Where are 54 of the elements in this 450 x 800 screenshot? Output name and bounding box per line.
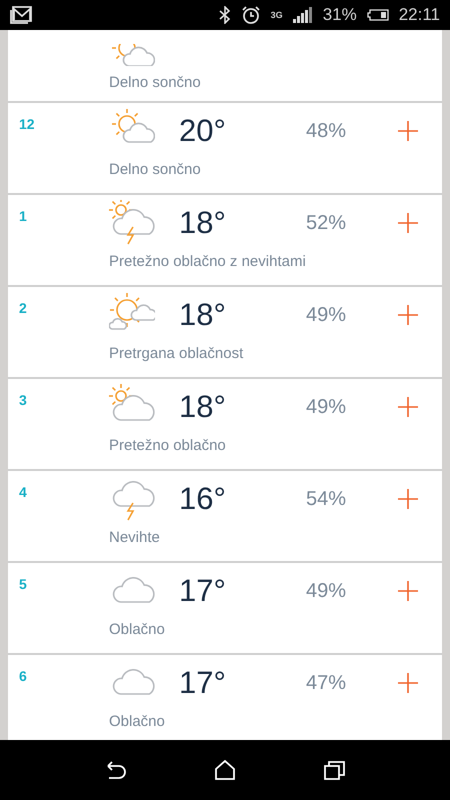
hourly-row[interactable]: 5 17° 49% Oblačno xyxy=(8,563,442,655)
home-icon[interactable] xyxy=(214,760,235,780)
hour-label: 6 xyxy=(19,668,28,684)
humidity: 49% xyxy=(306,396,348,418)
condition-text: Pretrgana oblačnost xyxy=(109,345,244,362)
hour-label: 3 xyxy=(19,392,28,408)
add-icon[interactable] xyxy=(398,673,418,693)
temperature: 16° xyxy=(179,481,227,517)
hour-label: 5 xyxy=(19,576,28,592)
humidity: 54% xyxy=(306,488,348,510)
condition-text: Delno sončno xyxy=(109,161,202,178)
battery-icon xyxy=(366,9,389,21)
temperature: 18° xyxy=(179,297,227,333)
weather-icon xyxy=(109,44,155,66)
weather-icon xyxy=(109,200,155,246)
humidity: 47% xyxy=(306,672,348,694)
humidity: 52% xyxy=(306,212,348,234)
hourly-row[interactable]: 4 16° 54% Nevihte xyxy=(8,471,442,563)
temperature: 18° xyxy=(179,389,227,425)
hour-label: 12 xyxy=(19,116,36,132)
bluetooth-icon xyxy=(218,6,231,24)
humidity: 49% xyxy=(306,304,348,326)
humidity: 49% xyxy=(306,580,348,602)
temperature: 17° xyxy=(179,573,227,609)
recent-apps-icon[interactable] xyxy=(324,760,346,780)
add-icon[interactable] xyxy=(398,213,418,233)
condition-text: Oblačno xyxy=(109,713,166,730)
battery-percent: 31% xyxy=(322,5,357,25)
hour-label: 2 xyxy=(19,300,28,316)
temperature: 20° xyxy=(179,113,227,149)
hourly-row[interactable]: 1 18° 52% Pretežno oblačno z nevihtami xyxy=(8,195,442,287)
condition-text: Pretežno oblačno xyxy=(109,437,227,454)
clock-time: 22:11 xyxy=(398,5,440,25)
hour-label: 1 xyxy=(19,208,28,224)
add-icon[interactable] xyxy=(398,305,418,325)
hourly-row[interactable]: 3 18° 49% Pretežno oblačno xyxy=(8,379,442,471)
condition-text: Nevihte xyxy=(109,529,161,546)
gallery-icon xyxy=(10,6,32,24)
condition-text: Delno sončno xyxy=(109,74,201,91)
add-icon[interactable] xyxy=(398,121,418,141)
temperature: 18° xyxy=(179,205,227,241)
hourly-row[interactable]: 2 18° 49% Pretrgana oblačnost xyxy=(8,287,442,379)
network-type: 3G xyxy=(270,10,283,20)
add-icon[interactable] xyxy=(398,489,418,509)
condition-text: Oblačno xyxy=(109,621,166,638)
hourly-row[interactable]: 12 20° 48% Delno sončno xyxy=(8,103,442,195)
alarm-icon xyxy=(240,5,261,25)
temperature: 17° xyxy=(179,665,227,701)
add-icon[interactable] xyxy=(398,397,418,417)
condition-text: Pretežno oblačno z nevihtami xyxy=(109,253,307,270)
hour-label: 4 xyxy=(19,484,28,500)
humidity: 48% xyxy=(306,120,348,142)
signal-icon xyxy=(292,7,313,23)
add-icon[interactable] xyxy=(398,581,418,601)
